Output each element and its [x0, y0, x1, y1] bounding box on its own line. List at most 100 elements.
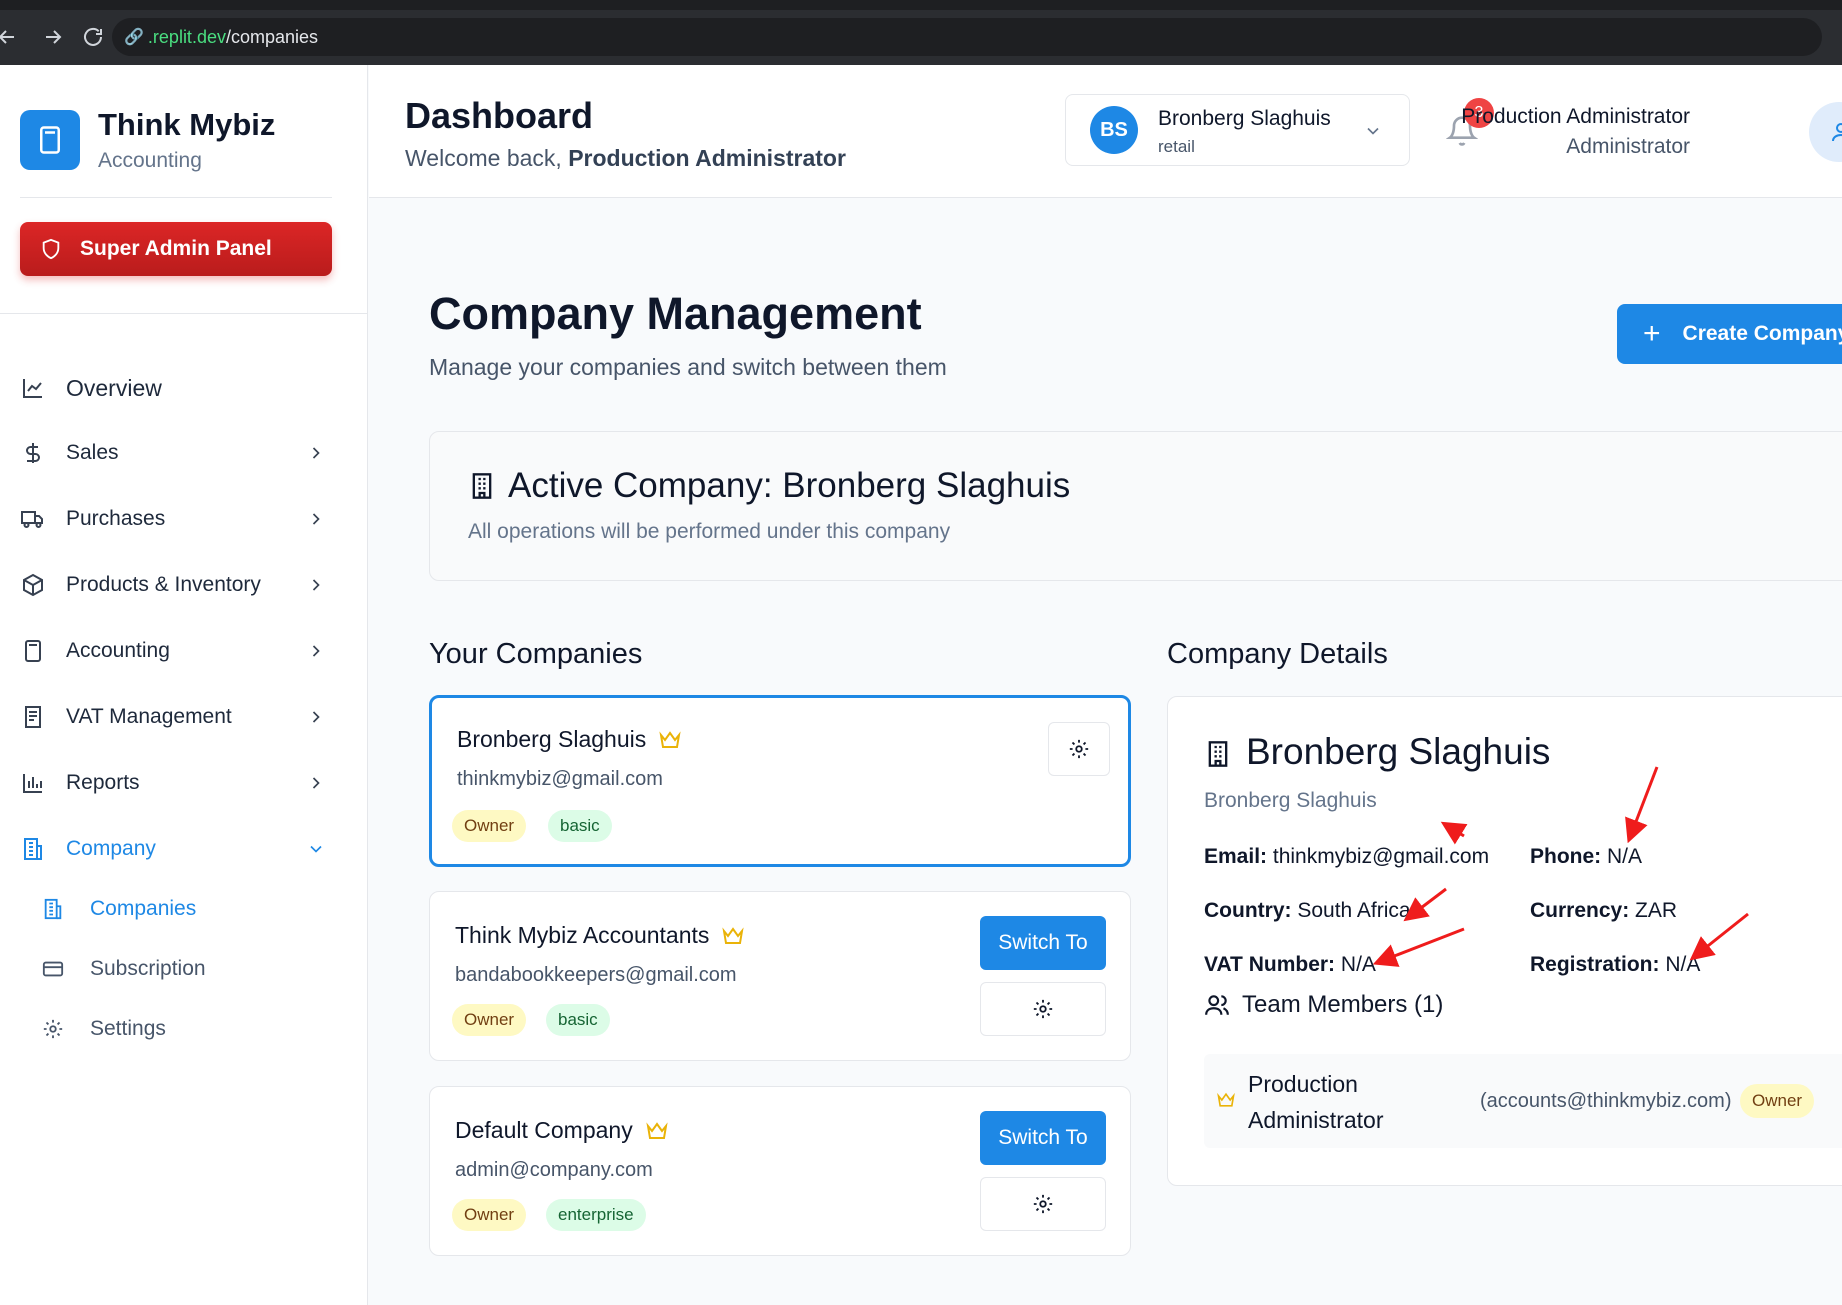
team-member-name: Production Administrator: [1248, 1071, 1384, 1133]
sidebar-item-reports[interactable]: Reports: [20, 763, 332, 803]
brand-subtitle: Accounting: [98, 149, 202, 172]
url-path: /companies: [225, 26, 319, 47]
sidebar-item-vat-management[interactable]: VAT Management: [20, 697, 332, 737]
page-title: Dashboard: [405, 95, 594, 136]
company-switcher-name: Bronberg Slaghuis: [1158, 107, 1331, 130]
company-email: bandabookkeepers@gmail.com: [455, 964, 737, 986]
sidebar-item-label: Accounting: [66, 639, 170, 662]
company-avatar: BS: [1090, 106, 1138, 154]
main-content: Company Management Manage your companies…: [369, 198, 1842, 1305]
super-admin-button[interactable]: Super Admin Panel: [20, 222, 332, 276]
user-name: Production Administrator: [1461, 105, 1690, 128]
detail-value: N/A: [1607, 845, 1643, 868]
detail-email: Email: thinkmybiz@gmail.com: [1204, 845, 1489, 869]
chevron-down-icon: [1367, 127, 1379, 135]
crown-icon: [646, 1121, 668, 1139]
crown-icon: [659, 730, 681, 748]
top-header: Dashboard Welcome back, Production Admin…: [369, 65, 1842, 198]
shield-icon: [42, 238, 60, 260]
details-company-subname: Bronberg Slaghuis: [1204, 789, 1377, 812]
detail-label: Currency:: [1530, 899, 1630, 922]
active-company-title: Active Company: Bronberg Slaghuis: [508, 466, 1071, 505]
team-members-label: Team Members (1): [1242, 991, 1444, 1018]
company-card[interactable]: Default Company admin@company.com Owner …: [429, 1086, 1131, 1256]
dollar-icon: [20, 440, 46, 466]
calculator-icon: [20, 638, 46, 664]
sidebar-subitem-label: Settings: [90, 1017, 166, 1040]
company-details-card: Bronberg Slaghuis Bronberg Slaghuis Emai…: [1167, 696, 1842, 1186]
plan-badge: enterprise: [546, 1199, 646, 1231]
sidebar-item-label: Products & Inventory: [66, 573, 261, 596]
role-badge: Owner: [452, 810, 527, 842]
welcome-text: Welcome back, Production Administrator: [405, 145, 846, 172]
building-icon: [1208, 741, 1228, 767]
user-avatar[interactable]: [1809, 102, 1842, 162]
forward-icon[interactable]: [34, 18, 72, 56]
switch-to-button[interactable]: Switch To: [980, 1111, 1106, 1165]
detail-label: Registration:: [1530, 953, 1660, 976]
browser-tabstrip: [0, 0, 1842, 10]
company-card[interactable]: Bronberg Slaghuis thinkmybiz@gmail.com O…: [429, 695, 1131, 867]
details-company-name: Bronberg Slaghuis: [1246, 731, 1551, 772]
switch-to-button[interactable]: Switch To: [980, 916, 1106, 970]
role-badge: Owner: [452, 1199, 527, 1231]
company-switcher[interactable]: BS Bronberg Slaghuis retail: [1065, 94, 1410, 166]
brand-title: Think Mybiz: [98, 107, 276, 142]
sidebar-item-label: Purchases: [66, 507, 166, 530]
chart-line-icon: [20, 375, 46, 401]
sidebar-item-overview[interactable]: Overview: [20, 368, 332, 408]
section-subtitle: Manage your companies and switch between…: [429, 354, 947, 380]
building-icon: [472, 473, 492, 499]
brand[interactable]: Think Mybiz Accounting: [20, 107, 275, 173]
detail-currency: Currency: ZAR: [1530, 899, 1677, 923]
chevron-down-icon: [310, 845, 322, 853]
detail-label: VAT Number:: [1204, 953, 1336, 976]
reload-icon[interactable]: [74, 18, 112, 56]
sidebar-item-company[interactable]: Company: [20, 829, 332, 869]
team-member-email: (accounts@thinkmybiz.com): [1480, 1090, 1732, 1112]
company-settings-button[interactable]: [980, 1177, 1106, 1231]
gear-icon: [1033, 999, 1053, 1019]
sidebar-item-label: Company: [66, 837, 156, 860]
gear-icon: [1069, 739, 1089, 759]
sidebar-subitem-subscription[interactable]: Subscription: [42, 951, 206, 987]
sidebar-item-purchases[interactable]: Purchases: [20, 499, 332, 539]
chevron-right-icon: [312, 645, 320, 657]
sidebar: Think Mybiz Accounting Super Admin Panel…: [0, 65, 368, 1305]
detail-vat-number: VAT Number: N/A: [1204, 953, 1376, 977]
credit-card-icon: [42, 956, 68, 982]
bar-chart-icon: [20, 770, 46, 796]
company-settings-button[interactable]: [980, 982, 1106, 1036]
sidebar-item-sales[interactable]: Sales: [20, 433, 332, 473]
company-card[interactable]: Think Mybiz Accountants bandabookkeepers…: [429, 891, 1131, 1061]
box-icon: [20, 572, 46, 598]
detail-label: Phone:: [1530, 845, 1602, 868]
url-host: .replit.dev: [147, 26, 226, 47]
your-companies-title: Your Companies: [429, 638, 643, 670]
company-name: Bronberg Slaghuis: [457, 726, 647, 752]
section-title: Company Management: [429, 288, 922, 339]
sidebar-item-label: VAT Management: [66, 705, 232, 728]
sidebar-item-label: Reports: [66, 771, 140, 794]
sidebar-item-products-inventory[interactable]: Products & Inventory: [20, 565, 332, 605]
team-members-title: Team Members (1): [1204, 991, 1443, 1019]
plan-badge: basic: [548, 810, 612, 842]
sidebar-item-accounting[interactable]: Accounting: [20, 631, 332, 671]
company-email: admin@company.com: [455, 1159, 653, 1181]
create-company-button[interactable]: + Create Company: [1617, 304, 1842, 364]
chevron-right-icon: [312, 579, 320, 591]
active-company-subtitle: All operations will be performed under t…: [468, 520, 951, 543]
plus-icon: +: [1643, 317, 1661, 350]
sidebar-subitem-companies[interactable]: Companies: [42, 891, 196, 927]
gear-icon: [1033, 1194, 1053, 1214]
back-icon[interactable]: [0, 18, 26, 56]
building-icon: [42, 896, 68, 922]
detail-value: South Africa: [1297, 899, 1411, 922]
sidebar-subitem-settings[interactable]: Settings: [42, 1011, 166, 1047]
detail-value: N/A: [1340, 953, 1376, 976]
sidebar-subitem-label: Subscription: [90, 957, 206, 980]
address-bar[interactable]: 🔗 .replit.dev/companies: [112, 18, 1822, 56]
company-switcher-type: retail: [1158, 137, 1195, 156]
company-details-title: Company Details: [1167, 638, 1388, 670]
company-settings-button[interactable]: [1048, 722, 1110, 776]
